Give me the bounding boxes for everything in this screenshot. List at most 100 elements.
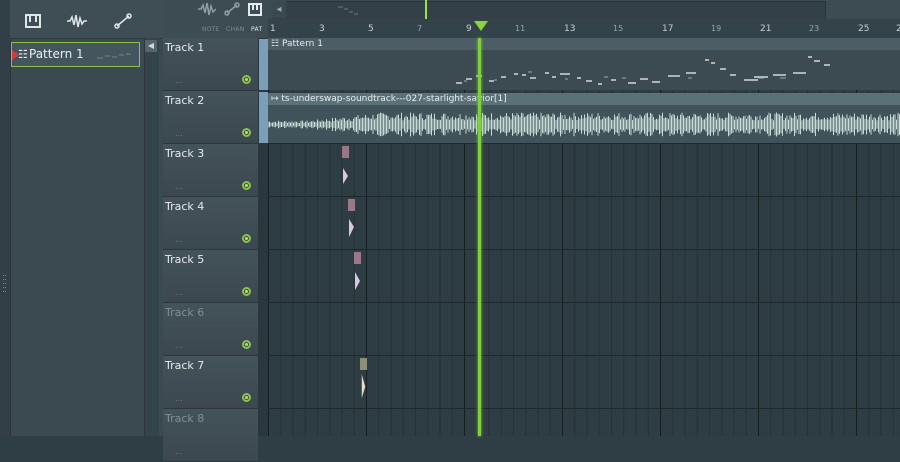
bar-number: 9	[466, 24, 472, 34]
overview-playhead	[425, 0, 427, 19]
pattern-preview-icon	[97, 53, 131, 59]
track-header[interactable]: Track 2...	[163, 91, 258, 144]
pattern-notes-preview	[456, 56, 830, 85]
audio-clip-title: ↦ ts-underswap-soundtrack---027-starligh…	[268, 93, 900, 105]
mode-note-label[interactable]: NOTE	[202, 26, 220, 33]
automation-icon[interactable]	[224, 2, 240, 20]
track-dots: ...	[175, 235, 183, 244]
track-mute-icon[interactable]	[242, 340, 251, 349]
automation-icon[interactable]	[112, 13, 134, 34]
clip-title-bar	[348, 199, 355, 211]
playhead-line	[478, 38, 481, 436]
track-row-divider	[268, 408, 900, 409]
audio-clip-small[interactable]	[354, 252, 361, 296]
pattern-clip-title: ☷ Pattern 1	[268, 38, 900, 50]
track-mute-icon[interactable]	[242, 234, 251, 243]
track-mute-icon[interactable]	[242, 393, 251, 402]
piano-roll-icon[interactable]	[22, 13, 44, 33]
track-row-divider	[268, 249, 900, 250]
track-row-divider	[268, 355, 900, 356]
track-mute-icon[interactable]	[242, 75, 251, 84]
playlist-grid[interactable]: ☷ Pattern 1 ↦ ts-underswap-soundtrack---…	[268, 38, 900, 436]
track-header[interactable]: Track 6...	[163, 303, 258, 356]
track-name[interactable]: Track 1	[165, 41, 204, 54]
bar-number: 11	[515, 24, 526, 33]
bar-number: 23	[809, 24, 820, 33]
track-dots: ...	[175, 341, 183, 350]
pattern-glyph-icon: ☷	[271, 39, 280, 49]
clip-waveform-icon	[355, 272, 360, 290]
track-dots: ...	[175, 182, 183, 191]
track-name[interactable]: Track 4	[165, 200, 204, 213]
bar-number: 15	[613, 24, 624, 33]
track-row-divider	[268, 196, 900, 197]
audio-clip-small[interactable]	[342, 146, 349, 190]
track-name[interactable]: Track 2	[165, 94, 204, 107]
scroll-left-arrow-icon[interactable]: ◂	[272, 1, 286, 18]
track-header[interactable]: Track 3...	[163, 144, 258, 197]
audio-wave-icon[interactable]	[66, 13, 88, 33]
timeline-ruler[interactable]: 1 3 5 7 9 11 13 15 17 19 21 23 25 2	[268, 19, 900, 39]
clip-title-bar	[360, 358, 367, 370]
waveform-path	[268, 112, 900, 137]
track-mute-icon[interactable]	[242, 128, 251, 137]
track-header[interactable]: Track 7...	[163, 356, 258, 409]
track-dots: ...	[175, 129, 183, 138]
bar-number: 1	[270, 24, 276, 34]
pattern-list-item[interactable]: ☷ Pattern 1	[11, 42, 140, 67]
track-name[interactable]: Track 6	[165, 306, 204, 319]
bar-number: 19	[711, 24, 722, 33]
track-dots: ...	[175, 447, 183, 456]
pattern-clip-label: Pattern 1	[281, 39, 323, 49]
clip-waveform-icon	[349, 219, 354, 237]
pattern-label: Pattern 1	[29, 47, 84, 61]
audio-clip-small[interactable]	[360, 358, 367, 402]
track-row-divider	[268, 143, 900, 144]
track-clip-marker	[259, 39, 268, 90]
audio-clip[interactable]: ↦ ts-underswap-soundtrack---027-starligh…	[268, 93, 900, 143]
playhead-marker-icon[interactable]	[474, 21, 488, 31]
piano-roll-icon[interactable]	[248, 2, 262, 20]
bar-number: 7	[417, 24, 423, 33]
track-mute-icon[interactable]	[242, 287, 251, 296]
resize-grip-icon[interactable]	[3, 275, 7, 293]
mode-chan-label[interactable]: CHAN	[226, 26, 245, 33]
track-row-divider	[268, 302, 900, 303]
bar-number: 2	[896, 24, 900, 34]
track-name[interactable]: Track 3	[165, 147, 204, 160]
track-clip-marker	[259, 92, 268, 143]
track-dots: ...	[175, 76, 183, 85]
clip-waveform-icon	[361, 374, 366, 398]
pattern-clip[interactable]: ☷ Pattern 1	[268, 38, 900, 90]
bar-number: 25	[858, 24, 870, 34]
track-header[interactable]: Track 1...	[163, 38, 258, 91]
playlist-overview-scrollbar[interactable]	[272, 1, 826, 20]
pattern-glyph-icon: ☷	[18, 48, 28, 61]
bar-number: 3	[319, 24, 325, 34]
audio-waveform	[268, 112, 900, 137]
audio-wave-icon[interactable]	[198, 2, 217, 20]
mode-pat-label[interactable]: PAT	[251, 26, 262, 33]
clip-waveform-icon	[343, 168, 348, 184]
bar-number: 13	[564, 24, 576, 34]
audio-clip-icon: ↦	[271, 94, 282, 104]
track-name[interactable]: Track 5	[165, 253, 204, 266]
track-header[interactable]: Track 4...	[163, 197, 258, 250]
browser-edge-strip	[0, 0, 11, 436]
track-headers: Track 1... Track 2... Track 3... Track 4...…	[163, 38, 258, 462]
track-dots: ...	[175, 394, 183, 403]
track-name[interactable]: Track 8	[165, 412, 204, 425]
audio-clip-small[interactable]	[348, 199, 355, 243]
track-header[interactable]: Track 5...	[163, 250, 258, 303]
track-name[interactable]: Track 7	[165, 359, 204, 372]
browser-scrollbar[interactable]	[144, 38, 159, 436]
scroll-up-button[interactable]: ◀	[145, 40, 157, 52]
bar-number: 5	[368, 24, 374, 34]
overview-clip-preview	[338, 6, 358, 15]
audio-clip-label: ts-underswap-soundtrack---027-starlight-…	[281, 94, 507, 104]
clip-title-bar	[354, 252, 361, 264]
track-dots: ...	[175, 288, 183, 297]
bar-number: 21	[760, 24, 772, 34]
clip-title-bar	[342, 146, 349, 158]
track-mute-icon[interactable]	[242, 181, 251, 190]
